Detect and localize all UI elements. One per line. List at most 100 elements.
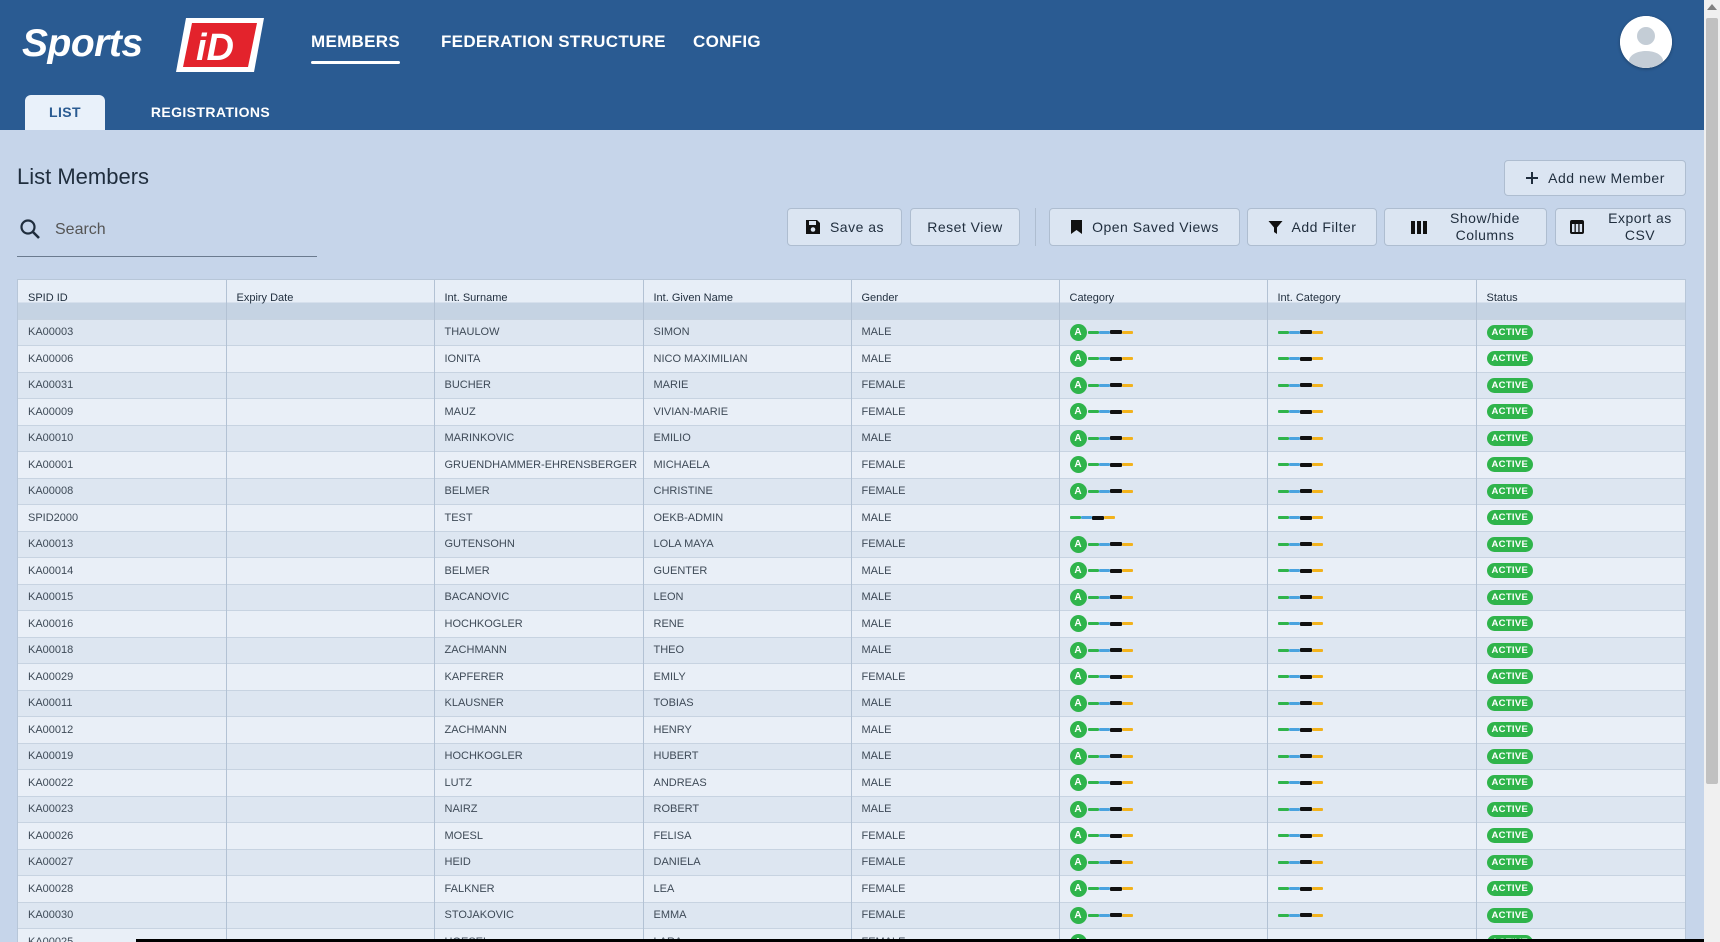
table-row[interactable]: KA00011 KLAUSNER TOBIAS MALE A ACTIVE <box>18 689 1685 717</box>
cell-status: ACTIVE <box>1476 318 1685 346</box>
show-hide-columns-text: Show/hide Columns <box>1450 210 1520 244</box>
table-row[interactable]: KA00015 BACANOVIC LEON MALE A ACTIVE <box>18 583 1685 611</box>
cell-int-given-name: DANIELA <box>643 848 852 876</box>
table-row[interactable]: KA00019 HOCHKOGLER HUBERT MALE A ACTIVE <box>18 742 1685 770</box>
int-category-indicator-icon <box>1277 542 1323 547</box>
column-header-category[interactable]: Category <box>1059 280 1268 319</box>
tab-registrations[interactable]: REGISTRATIONS <box>148 95 273 130</box>
add-new-member-button[interactable]: Add new Member <box>1504 160 1686 196</box>
category-indicator-icon: A <box>1069 853 1133 871</box>
table-row[interactable]: KA00030 STOJAKOVIC EMMA FEMALE A ACTIVE <box>18 901 1685 929</box>
cell-gender: MALE <box>851 318 1060 346</box>
scroll-up-arrow-icon[interactable] <box>1707 4 1717 10</box>
table-row[interactable]: KA00026 MOESL FELISA FEMALE A ACTIVE <box>18 822 1685 849</box>
tab-list[interactable]: LIST <box>25 95 105 130</box>
cell-category: A <box>1059 636 1268 664</box>
int-category-indicator-icon <box>1277 462 1323 467</box>
table-row[interactable]: KA00027 HEID DANIELA FEMALE A ACTIVE <box>18 848 1685 876</box>
sportsid-logo[interactable]: Sports iD <box>22 10 264 80</box>
cell-int-given-name: THEO <box>643 636 852 664</box>
table-row[interactable]: KA00029 KAPFERER EMILY FEMALE A ACTIVE <box>18 663 1685 690</box>
cell-gender: MALE <box>851 610 1060 637</box>
column-header-int-given-name[interactable]: Int. Given Name <box>643 280 852 319</box>
cell-expiry-date <box>226 769 435 796</box>
cell-spid-id: KA00015 <box>18 583 227 611</box>
category-indicator-icon: A <box>1069 429 1133 447</box>
cell-status: ACTIVE <box>1476 742 1685 770</box>
cell-int-surname: HOCHKOGLER <box>434 610 644 637</box>
cell-int-surname: THAULOW <box>434 318 644 346</box>
status-badge: ACTIVE <box>1486 404 1534 420</box>
table-row[interactable]: KA00018 ZACHMANN THEO MALE A ACTIVE <box>18 636 1685 664</box>
cell-gender: MALE <box>851 795 1060 823</box>
column-header-status[interactable]: Status <box>1476 280 1685 319</box>
cell-expiry-date <box>226 318 435 346</box>
table-row[interactable]: KA00022 LUTZ ANDREAS MALE A ACTIVE <box>18 769 1685 796</box>
table-row[interactable]: KA00006 IONITA NICO MAXIMILIAN MALE A ACTIVE <box>18 345 1685 372</box>
page-title: List Members <box>17 164 150 189</box>
category-badge-icon: A <box>1069 853 1087 871</box>
add-filter-button[interactable]: Add Filter <box>1247 208 1377 246</box>
table-row[interactable]: KA00028 FALKNER LEA FEMALE A ACTIVE <box>18 875 1685 902</box>
table-row[interactable]: KA00031 BUCHER MARIE FEMALE A ACTIVE <box>18 371 1685 399</box>
cell-int-surname: ZACHMANN <box>434 716 644 743</box>
table-row[interactable]: KA00012 ZACHMANN HENRY MALE A ACTIVE <box>18 716 1685 743</box>
cell-gender: MALE <box>851 716 1060 743</box>
cell-category: A <box>1059 689 1268 717</box>
int-category-indicator-icon <box>1277 727 1323 732</box>
table-row[interactable]: KA00003 THAULOW SIMON MALE A ACTIVE <box>18 318 1685 346</box>
cell-category: A <box>1059 901 1268 929</box>
search-field[interactable] <box>17 208 317 257</box>
cell-int-category <box>1267 583 1477 611</box>
table-row[interactable]: SPID2000 TEST OEKB-ADMIN MALE ACTIVE <box>18 504 1685 531</box>
table-row[interactable]: KA00009 MAUZ VIVIAN-MARIE FEMALE A ACTIVE <box>18 398 1685 425</box>
category-indicator-icon: A <box>1069 721 1133 739</box>
search-input[interactable] <box>53 216 307 244</box>
cell-int-given-name: HENRY <box>643 716 852 743</box>
nav-federation-structure[interactable]: FEDERATION STRUCTURE <box>441 32 666 62</box>
user-avatar[interactable] <box>1620 16 1672 68</box>
table-row[interactable]: KA00023 NAIRZ ROBERT MALE A ACTIVE <box>18 795 1685 823</box>
category-indicator-icon: A <box>1069 774 1133 792</box>
show-hide-columns-button[interactable]: Show/hide Columns <box>1384 208 1547 246</box>
category-badge-icon: A <box>1069 350 1087 368</box>
cell-int-given-name: LEA <box>643 875 852 902</box>
category-badge-icon: A <box>1069 403 1087 421</box>
status-badge: ACTIVE <box>1486 801 1534 817</box>
cell-status: ACTIVE <box>1476 875 1685 902</box>
column-header-expiry-date[interactable]: Expiry Date <box>226 280 435 319</box>
table-row[interactable]: KA00014 BELMER GUENTER MALE A ACTIVE <box>18 557 1685 584</box>
nav-config[interactable]: CONFIG <box>693 32 761 62</box>
table-row[interactable]: KA00008 BELMER CHRISTINE FEMALE A ACTIVE <box>18 477 1685 505</box>
cell-int-given-name: VIVIAN-MARIE <box>643 398 852 425</box>
export-csv-button[interactable]: Export as CSV <box>1555 208 1686 246</box>
column-header-int-surname[interactable]: Int. Surname <box>434 280 644 319</box>
table-row[interactable]: KA00001 GRUENDHAMMER-EHRENSBERGER MICHAELA… <box>18 451 1685 478</box>
save-as-button[interactable]: Save as <box>787 208 902 246</box>
column-header-gender[interactable]: Gender <box>851 280 1060 319</box>
open-saved-views-button[interactable]: Open Saved Views <box>1049 208 1240 246</box>
table-row[interactable]: KA00016 HOCHKOGLER RENE MALE A ACTIVE <box>18 610 1685 637</box>
category-badge-icon: A <box>1069 747 1087 765</box>
scrollbar-thumb[interactable] <box>1706 18 1718 784</box>
cell-gender: FEMALE <box>851 477 1060 505</box>
status-badge: ACTIVE <box>1486 669 1534 685</box>
cell-spid-id: KA00029 <box>18 663 227 690</box>
status-badge: ACTIVE <box>1486 775 1534 791</box>
category-badge-icon: A <box>1069 694 1087 712</box>
status-badge: ACTIVE <box>1486 748 1534 764</box>
nav-members[interactable]: MEMBERS <box>311 32 400 64</box>
cell-spid-id: KA00019 <box>18 742 227 770</box>
reset-view-button[interactable]: Reset View <box>910 208 1020 246</box>
table-row[interactable]: KA00010 MARINKOVIC EMILIO MALE A ACTIVE <box>18 424 1685 452</box>
category-badge-icon: A <box>1069 880 1087 898</box>
table-row[interactable]: KA00013 GUTENSOHN LOLA MAYA FEMALE A ACTIVE <box>18 530 1685 558</box>
column-header-int-category[interactable]: Int. Category <box>1267 280 1477 319</box>
category-badge-icon: A <box>1069 615 1087 633</box>
column-header-spid-id[interactable]: SPID ID <box>18 280 227 319</box>
int-category-indicator-icon <box>1277 595 1323 600</box>
int-category-indicator-icon <box>1277 833 1323 838</box>
cell-gender: MALE <box>851 689 1060 717</box>
cell-int-category <box>1267 822 1477 849</box>
export-csv-text: Export as CSV <box>1608 210 1672 244</box>
